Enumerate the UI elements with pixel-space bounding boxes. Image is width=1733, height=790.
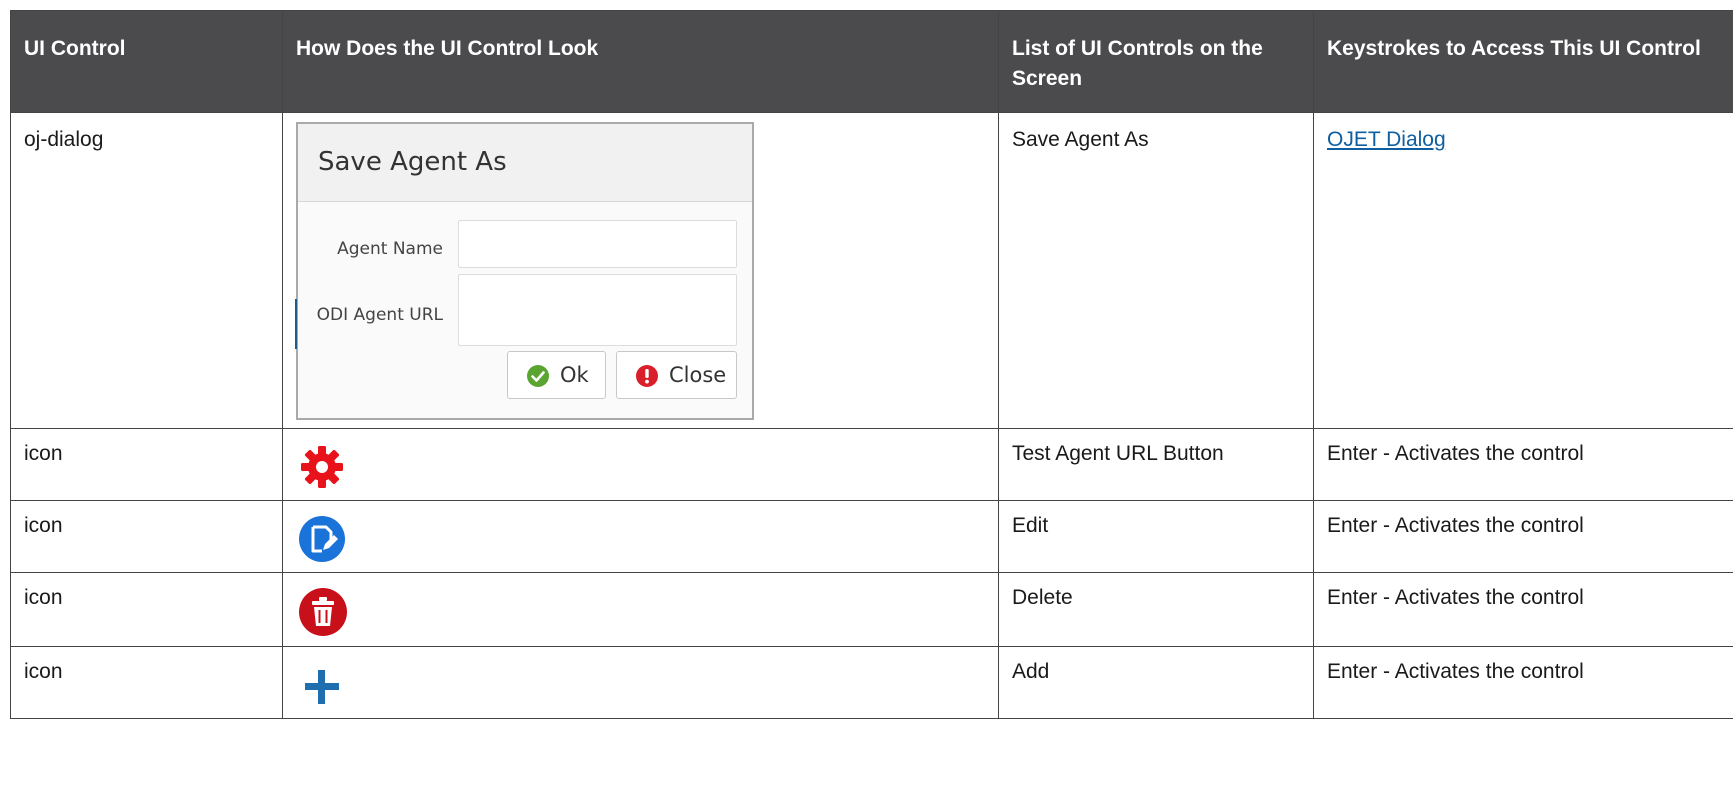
cell-control-type: icon [10,500,283,573]
agent-name-label: Agent Name [337,239,443,259]
agent-name-input[interactable] [458,220,737,268]
close-label: Close [669,363,727,387]
ui-controls-table: UI Control How Does the UI Control Look … [10,10,1733,719]
header-ui-control: UI Control [10,10,283,113]
dialog-title: Save Agent As [298,124,752,202]
header-list-of-controls: List of UI Controls on the Screen [998,10,1314,113]
cell-control-type: icon [10,646,283,719]
odi-agent-url-input[interactable] [458,274,737,346]
agent-name-row: Agent Name [298,220,752,268]
cell-control-list: Add [998,646,1314,719]
cell-control-list: Delete [998,572,1314,647]
cell-keystroke: OJET Dialog [1313,112,1733,429]
cell-control-type: oj-dialog [10,112,283,429]
plus-icon [298,661,985,716]
cell-preview [282,500,999,573]
cell-keystroke: Enter - Activates the control [1313,646,1733,719]
save-agent-dialog: Save Agent As Agent Name ODI Agent URL O… [295,122,754,420]
cell-keystroke: Enter - Activates the control [1313,428,1733,501]
cell-control-type: icon [10,428,283,501]
odi-agent-url-label: ODI Agent URL [316,305,443,325]
cell-preview: Save Agent As Agent Name ODI Agent URL O… [282,112,999,429]
cell-control-type: icon [10,572,283,647]
ok-label: Ok [560,363,589,387]
table-row: icon Edit Enter - Activates the control [10,500,1733,573]
cell-preview [282,572,999,647]
table-row: icon Add Enter - Activates the control [10,646,1733,719]
check-circle-icon [527,365,549,387]
header-row: UI Control How Does the UI Control Look … [10,10,1733,113]
cell-control-list: Edit [998,500,1314,573]
cell-preview [282,646,999,719]
error-circle-icon [636,365,658,387]
cell-control-list: Save Agent As [998,112,1314,429]
gear-icon [298,443,985,500]
cell-control-list: Test Agent URL Button [998,428,1314,501]
ojet-dialog-link[interactable]: OJET Dialog [1327,128,1446,151]
ok-button[interactable]: Ok [507,351,606,399]
cell-preview [282,428,999,501]
header-keystrokes: Keystrokes to Access This UI Control [1313,10,1733,113]
table-row: oj-dialog Save Agent As Agent Name ODI A… [10,112,1733,429]
trash-icon [298,587,985,646]
cell-keystroke: Enter - Activates the control [1313,500,1733,573]
header-how-it-looks: How Does the UI Control Look [282,10,999,113]
cell-keystroke: Enter - Activates the control [1313,572,1733,647]
edit-icon [298,515,985,572]
odi-agent-url-row: ODI Agent URL [298,274,752,346]
close-button[interactable]: Close [616,351,737,399]
dialog-edge-marker [295,299,297,349]
table-row: icon Delete Enter - Activates the contro… [10,572,1733,647]
table-row: icon Test Agent URL Button Enter - Activ… [10,428,1733,501]
